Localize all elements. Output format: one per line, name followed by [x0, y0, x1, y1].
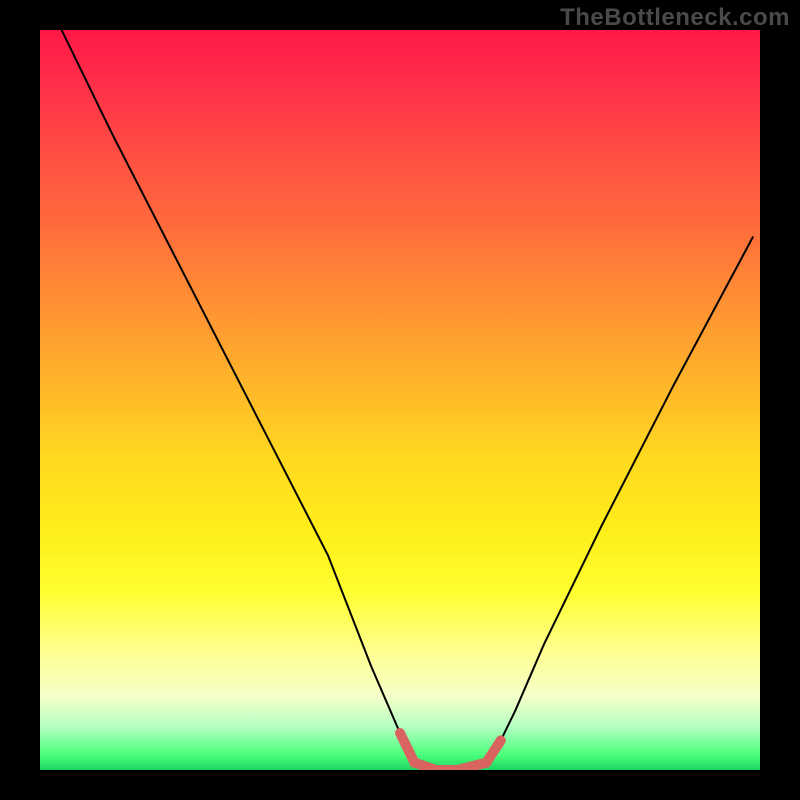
- bottleneck-curve: [62, 30, 753, 770]
- plot-area: [40, 30, 760, 770]
- curve-layer: [40, 30, 760, 770]
- chart-frame: TheBottleneck.com: [0, 0, 800, 800]
- watermark-text: TheBottleneck.com: [560, 4, 790, 32]
- flat-bottom-highlight: [400, 733, 501, 770]
